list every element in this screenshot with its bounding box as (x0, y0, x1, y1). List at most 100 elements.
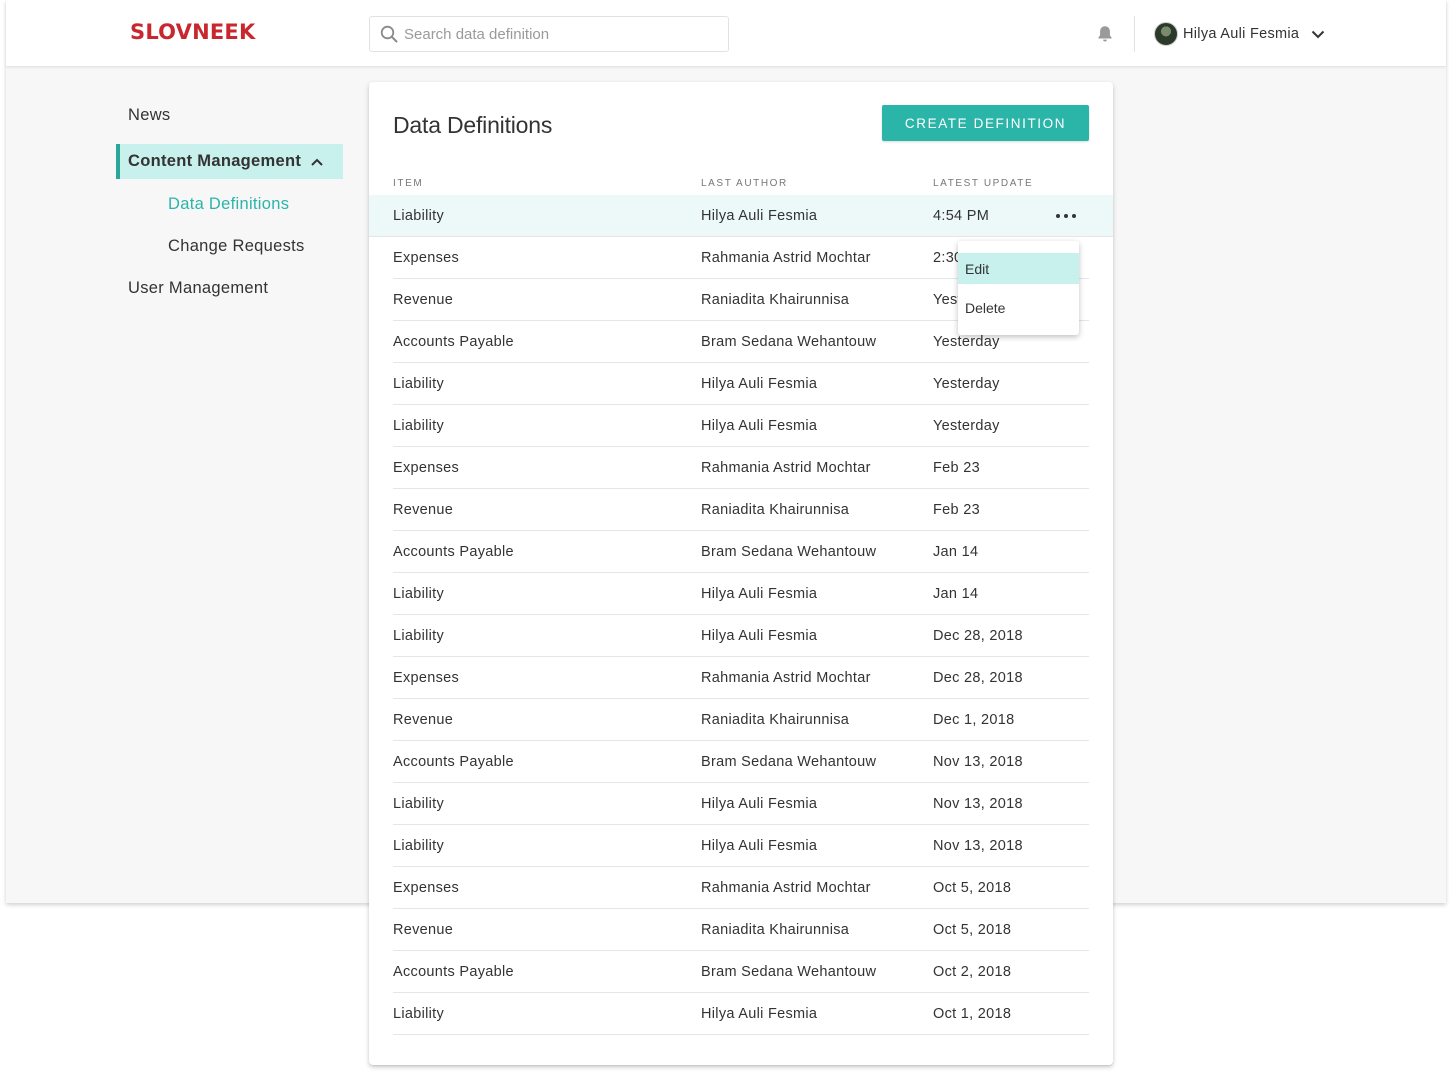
cell-update: Jan 14 (933, 544, 979, 560)
cell-update: Yesterday (933, 334, 1000, 350)
more-horizontal-icon[interactable] (1054, 209, 1078, 223)
table-row[interactable]: Revenue Raniadita Khairunnisa Oct 5, 201… (369, 909, 1113, 951)
cell-author: Raniadita Khairunnisa (701, 922, 850, 938)
table-row[interactable]: Liability Hilya Auli Fesmia 4:54 PM (369, 195, 1113, 237)
create-definition-button[interactable]: CREATE DEFINITION (882, 105, 1089, 141)
chevron-up-icon (311, 158, 323, 166)
sidebar-item-label: Content Management (128, 152, 302, 170)
column-header-latest-update[interactable]: LATEST UPDATE (933, 178, 1033, 189)
cell-item: Revenue (393, 712, 454, 728)
table-row[interactable]: Accounts Payable Bram Sedana Wehantouw N… (369, 741, 1113, 783)
cell-update: Oct 5, 2018 (933, 880, 1012, 896)
menu-item-edit[interactable]: Edit (958, 253, 1079, 284)
chevron-down-icon (1312, 30, 1325, 38)
cell-author: Rahmania Astrid Mochtar (701, 460, 871, 476)
cell-item: Liability (393, 628, 445, 644)
cell-author: Hilya Auli Fesmia (701, 1006, 818, 1022)
cell-update: Nov 13, 2018 (933, 796, 1023, 812)
cell-item: Expenses (393, 250, 460, 266)
cell-item: Accounts Payable (393, 964, 514, 980)
table-row[interactable]: Liability Hilya Auli Fesmia Yesterday (369, 363, 1113, 405)
cell-update: 4:54 PM (933, 208, 990, 224)
cell-author: Hilya Auli Fesmia (701, 376, 818, 392)
table-header: ITEM LAST AUTHOR LATEST UPDATE (393, 178, 1089, 194)
data-definitions-card: Data Definitions CREATE DEFINITION ITEM … (369, 82, 1113, 1065)
sidebar-item-news[interactable]: News (128, 106, 170, 125)
cell-item: Revenue (393, 502, 454, 518)
cell-item: Revenue (393, 292, 454, 308)
bell-icon[interactable] (1095, 24, 1115, 44)
cell-author: Raniadita Khairunnisa (701, 502, 850, 518)
table-row[interactable]: Accounts Payable Bram Sedana Wehantouw J… (369, 531, 1113, 573)
cell-item: Liability (393, 586, 445, 602)
sidebar-item-change-requests[interactable]: Change Requests (168, 237, 305, 256)
search-box[interactable] (369, 16, 729, 52)
table-row[interactable]: Liability Hilya Auli Fesmia Yesterday (369, 405, 1113, 447)
cell-author: Rahmania Astrid Mochtar (701, 670, 871, 686)
cell-update: Feb 23 (933, 460, 980, 476)
row-context-menu: Edit Delete (958, 241, 1079, 335)
cell-update: Nov 13, 2018 (933, 754, 1023, 770)
brand-logo[interactable]: SLOVNEEK (130, 20, 255, 44)
top-bar: SLOVNEEK Hilya Auli Fesmia (6, 0, 1446, 67)
cell-item: Accounts Payable (393, 754, 514, 770)
cell-author: Bram Sedana Wehantouw (701, 754, 877, 770)
cell-author: Bram Sedana Wehantouw (701, 544, 877, 560)
table-row[interactable]: Accounts Payable Bram Sedana Wehantouw O… (369, 951, 1113, 993)
table-row[interactable]: Liability Hilya Auli Fesmia Nov 13, 2018 (369, 783, 1113, 825)
cell-author: Hilya Auli Fesmia (701, 208, 818, 224)
sidebar-item-content-management[interactable]: Content Management (116, 144, 343, 179)
cell-update: Feb 23 (933, 502, 980, 518)
cell-item: Liability (393, 1006, 445, 1022)
search-input[interactable] (404, 25, 704, 43)
cell-item: Expenses (393, 880, 460, 896)
cell-update: Dec 28, 2018 (933, 670, 1023, 686)
cell-update: Dec 28, 2018 (933, 628, 1023, 644)
user-menu[interactable]: Hilya Auli Fesmia (1154, 22, 1325, 46)
table-row[interactable]: Liability Hilya Auli Fesmia Jan 14 (369, 573, 1113, 615)
cell-update: Jan 14 (933, 586, 979, 602)
table-row[interactable]: Revenue Raniadita Khairunnisa Feb 23 (369, 489, 1113, 531)
cell-update: Dec 1, 2018 (933, 712, 1015, 728)
cell-update: Yesterday (933, 418, 1000, 434)
table-row[interactable]: Expenses Rahmania Astrid Mochtar Dec 28,… (369, 657, 1113, 699)
sidebar-item-data-definitions[interactable]: Data Definitions (168, 195, 289, 214)
cell-author: Rahmania Astrid Mochtar (701, 880, 871, 896)
cell-item: Liability (393, 208, 445, 224)
cell-item: Expenses (393, 460, 460, 476)
table-row[interactable]: Expenses Rahmania Astrid Mochtar Feb 23 (369, 447, 1113, 489)
cell-author: Hilya Auli Fesmia (701, 628, 818, 644)
cell-author: Bram Sedana Wehantouw (701, 334, 877, 350)
page-title: Data Definitions (393, 112, 553, 138)
header-divider (1134, 16, 1135, 52)
cell-item: Liability (393, 796, 445, 812)
table-row[interactable]: Liability Hilya Auli Fesmia Nov 13, 2018 (369, 825, 1113, 867)
cell-item: Liability (393, 418, 445, 434)
menu-item-delete[interactable]: Delete (958, 292, 1079, 323)
cell-author: Hilya Auli Fesmia (701, 838, 818, 854)
cell-update: Oct 5, 2018 (933, 922, 1012, 938)
cell-item: Expenses (393, 670, 460, 686)
cell-update: Yesterday (933, 376, 1000, 392)
search-icon (380, 25, 398, 43)
sidebar-item-user-management[interactable]: User Management (128, 279, 268, 298)
avatar (1154, 22, 1178, 46)
column-header-item[interactable]: ITEM (393, 178, 423, 189)
user-name: Hilya Auli Fesmia (1183, 26, 1300, 42)
cell-item: Revenue (393, 922, 454, 938)
table-row[interactable]: Expenses Rahmania Astrid Mochtar Oct 5, … (369, 867, 1113, 909)
table-row[interactable]: Liability Hilya Auli Fesmia Oct 1, 2018 (369, 993, 1113, 1035)
cell-author: Bram Sedana Wehantouw (701, 964, 877, 980)
cell-update: Nov 13, 2018 (933, 838, 1023, 854)
table-row[interactable]: Revenue Raniadita Khairunnisa Dec 1, 201… (369, 699, 1113, 741)
cell-update: Oct 2, 2018 (933, 964, 1012, 980)
table-row[interactable]: Liability Hilya Auli Fesmia Dec 28, 2018 (369, 615, 1113, 657)
cell-item: Accounts Payable (393, 334, 514, 350)
cell-author: Hilya Auli Fesmia (701, 796, 818, 812)
cell-author: Raniadita Khairunnisa (701, 292, 850, 308)
cell-author: Raniadita Khairunnisa (701, 712, 850, 728)
column-header-last-author[interactable]: LAST AUTHOR (701, 178, 788, 189)
cell-author: Rahmania Astrid Mochtar (701, 250, 871, 266)
cell-author: Hilya Auli Fesmia (701, 418, 818, 434)
cell-item: Accounts Payable (393, 544, 514, 560)
